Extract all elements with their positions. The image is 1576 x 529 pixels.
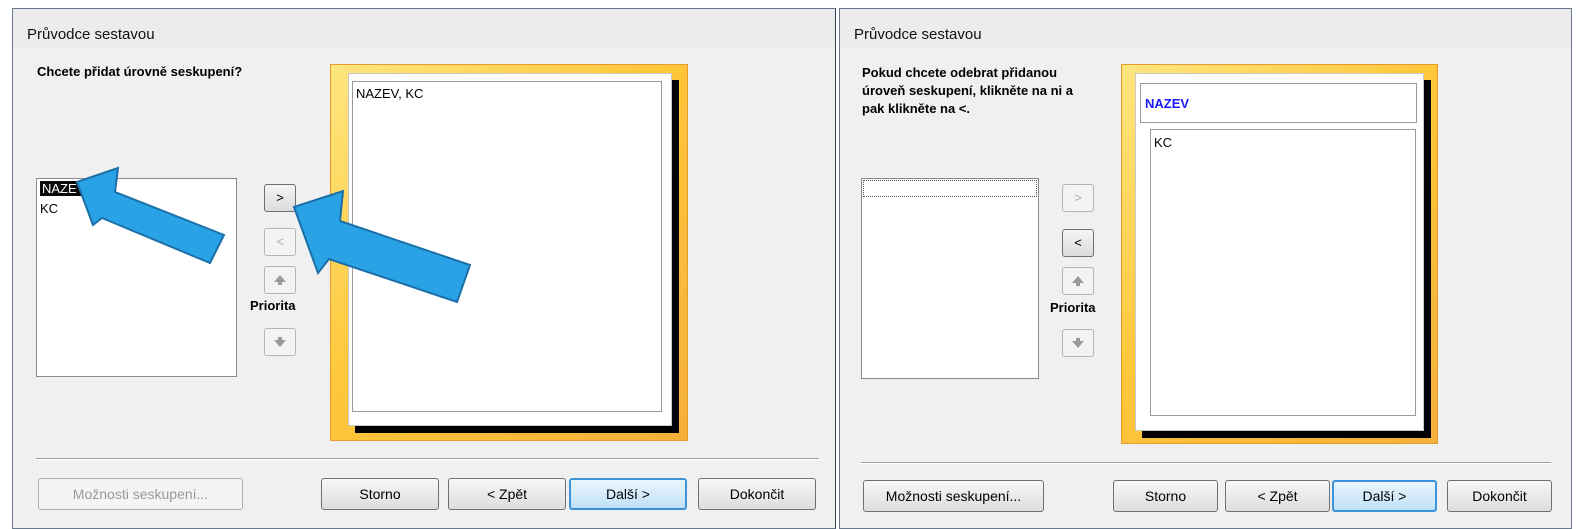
window-title: Průvodce sestavou (854, 26, 982, 43)
cancel-button[interactable]: Storno (1113, 480, 1218, 512)
grouping-options-button[interactable]: Možnosti seskupení... (863, 480, 1044, 512)
priority-down-button[interactable] (1062, 329, 1094, 357)
annotation-arrow-icon (75, 166, 226, 265)
available-fields-list[interactable] (861, 178, 1039, 379)
separator (36, 458, 819, 460)
title-bar: Průvodce sestavou (840, 9, 1571, 47)
report-preview-page: NAZEV KC (1135, 73, 1424, 431)
next-button[interactable]: Další > (569, 478, 687, 510)
add-level-button[interactable]: > (1062, 184, 1094, 212)
priority-up-button[interactable] (1062, 267, 1094, 295)
report-preview-frame: NAZEV KC (1121, 64, 1438, 444)
priority-down-button[interactable] (264, 328, 296, 356)
prompt-text: Pokud chcete odebrat přidanou úroveň ses… (862, 65, 1073, 116)
title-bar: Průvodce sestavou (13, 9, 835, 47)
preview-detail-field: KC (1154, 135, 1173, 150)
separator (861, 462, 1551, 464)
priority-label: Priorita (1050, 300, 1096, 315)
preview-group-header: NAZEV (1140, 83, 1417, 123)
wizard-window-right: Průvodce sestavou Pokud chcete odebrat p… (839, 8, 1572, 529)
preview-detail-box: KC (1150, 129, 1416, 416)
preview-fields-text: NAZEV, KC (356, 86, 424, 101)
finish-button[interactable]: Dokončit (1447, 480, 1552, 512)
back-button[interactable]: < Zpět (1225, 480, 1330, 512)
back-button[interactable]: < Zpět (448, 478, 566, 510)
list-item[interactable]: KC (40, 201, 58, 216)
finish-button[interactable]: Dokončit (698, 478, 816, 510)
annotation-arrow-icon (292, 189, 472, 304)
arrow-down-icon (1072, 338, 1084, 348)
window-title: Průvodce sestavou (27, 26, 155, 43)
preview-group-field: NAZEV (1145, 96, 1190, 111)
cancel-button[interactable]: Storno (321, 478, 439, 510)
grouping-options-button[interactable]: Možnosti seskupení... (38, 478, 243, 510)
next-button[interactable]: Další > (1332, 480, 1437, 512)
arrow-up-icon (1072, 276, 1084, 286)
list-focus-item[interactable] (863, 180, 1037, 197)
prompt-text: Chcete přidat úrovně seskupení? (37, 64, 243, 79)
remove-level-button[interactable]: < (1062, 229, 1094, 257)
arrow-down-icon (274, 337, 286, 347)
